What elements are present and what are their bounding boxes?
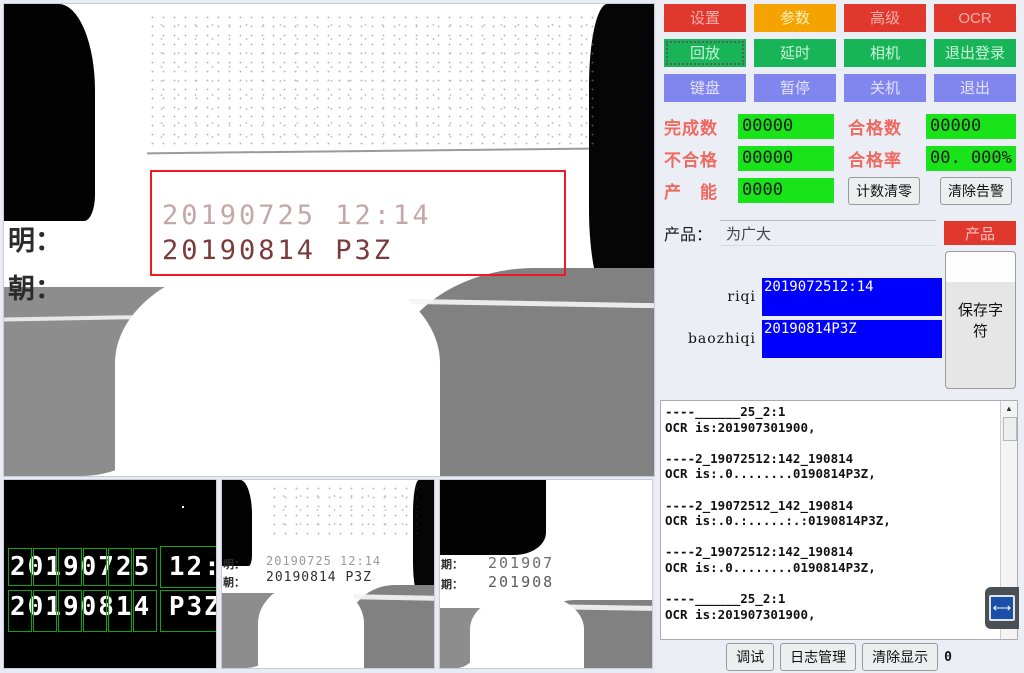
keyboard-button[interactable]: 键盘 (664, 74, 746, 102)
fail-label: 不合格 (664, 151, 718, 170)
delay-button[interactable]: 延时 (754, 39, 836, 67)
bottom-toolbar: 调试 日志管理 清除显示 0 (660, 643, 1018, 671)
char-group-box (160, 546, 216, 588)
rate-label: 合格率 (848, 151, 902, 170)
riqi-value[interactable]: 2019072512:14 (762, 278, 942, 316)
binarized-canvas: 20190725 12:14 20190814 P3Z (4, 480, 216, 668)
char-box (108, 590, 132, 632)
counter-row-fail: 不合格 00000 合格率 00. 000% (664, 144, 1016, 173)
camera-button[interactable]: 相机 (844, 39, 926, 67)
counter-row-capacity: 产 能 0000 计数清零 清除告警 (664, 176, 1016, 205)
image-side-label-1: 明： (8, 226, 62, 256)
playback-button[interactable]: 回放 (664, 39, 746, 67)
baozhiqi-label: baozhiqi (687, 331, 756, 347)
thumb-printed-line-2: 20190814 P3Z (266, 570, 372, 585)
scene-neckline (147, 147, 589, 155)
reset-count-button[interactable]: 计数清零 (848, 176, 920, 205)
action-button-grid: 设置 参数 高级 OCR 回放 延时 相机 退出登录 键盘 暂停 关机 退出 (664, 4, 1016, 102)
product-row: 产品： 产品 (664, 220, 1016, 246)
thumb-side-label-2: 期： (441, 579, 463, 591)
advanced-button[interactable]: 高级 (844, 4, 926, 32)
scene-dark-left (440, 480, 546, 556)
thumb-side-label-1: 期： (441, 559, 463, 571)
baozhiqi-field-row: baozhiqi 20190814P3Z (664, 320, 942, 358)
settings-button[interactable]: 设置 (664, 4, 746, 32)
char-box (33, 548, 57, 586)
thumbnail-binarized[interactable]: 20190725 12:14 20190814 P3Z (3, 479, 217, 669)
roi-rectangle[interactable] (150, 170, 566, 276)
scene-speckle-texture (147, 13, 602, 146)
product-button[interactable]: 产品 (944, 221, 1016, 245)
rate-value: 00. 000% (926, 146, 1016, 171)
scene-dark-left (222, 480, 252, 567)
char-box (133, 548, 157, 586)
product-label: 产品： (664, 227, 713, 244)
product-input[interactable] (720, 220, 936, 246)
char-box (8, 548, 32, 586)
application-window: 明： 朝： 20190725 12:14 20190814 P3Z 201907… (0, 0, 1024, 673)
save-characters-button[interactable]: 保存字符 (945, 251, 1016, 389)
finished-label: 完成数 (664, 119, 718, 138)
logout-button[interactable]: 退出登录 (934, 39, 1016, 67)
debug-button[interactable]: 调试 (726, 643, 775, 671)
main-image-view[interactable]: 明： 朝： 20190725 12:14 20190814 P3Z (3, 3, 655, 477)
floating-toggle-widget[interactable]: ⟷ (985, 587, 1019, 629)
thumb-side-label-2: 朝： (223, 577, 245, 589)
char-box (83, 590, 107, 632)
image-side-label-2: 朝： (8, 274, 62, 304)
char-box (83, 548, 107, 586)
thumbnail-zoom-crop[interactable]: 期： 期： 201907 201908 (439, 479, 653, 669)
char-box (133, 590, 157, 632)
riqi-field-row: riqi 2019072512:14 (664, 278, 942, 316)
capacity-label: 产 能 (664, 183, 718, 202)
char-box (58, 548, 82, 586)
capacity-value: 0000 (738, 178, 834, 203)
scroll-up-icon[interactable]: ▲ (1001, 401, 1017, 415)
thumbnail-strip: 20190725 12:14 20190814 P3Z (3, 479, 653, 669)
thumb-printed-line-1: 20190725 12:14 (266, 554, 382, 568)
zoom-printed-line-2: 201908 (488, 573, 555, 591)
ocr-button[interactable]: OCR (934, 4, 1016, 32)
char-box (108, 548, 132, 586)
zoom-printed-line-1: 201907 (488, 554, 555, 572)
scene-speckle-texture (268, 483, 418, 537)
scene-bottle-body (114, 258, 440, 476)
finished-value: 00000 (738, 114, 834, 139)
baozhiqi-value[interactable]: 20190814P3Z (762, 320, 942, 358)
pass-value: 00000 (926, 114, 1016, 139)
counter-section: 完成数 00000 合格数 00000 不合格 00000 合格率 00. 00… (664, 112, 1016, 208)
log-console[interactable]: ----______25_2:1 OCR is:201907301900, --… (660, 400, 1019, 640)
log-text: ----______25_2:1 OCR is:201907301900, --… (665, 404, 891, 622)
char-box (58, 590, 82, 632)
scrollbar-thumb[interactable] (1003, 417, 1017, 441)
char-box (33, 590, 57, 632)
thumbnail-source-frame[interactable]: 明： 朝： 20190725 12:14 20190814 P3Z (221, 479, 435, 669)
control-panel: 设置 参数 高级 OCR 回放 延时 相机 退出登录 键盘 暂停 关机 退出 完… (656, 0, 1024, 673)
char-box (8, 590, 32, 632)
pause-button[interactable]: 暂停 (754, 74, 836, 102)
scene-bottle-body (258, 581, 365, 668)
fail-value: 00000 (738, 146, 834, 171)
thumb-side-label-1: 明： (223, 559, 245, 571)
scene-bottle-body (469, 592, 585, 668)
clear-alarm-button[interactable]: 清除告警 (940, 176, 1012, 205)
counter-row-finished: 完成数 00000 合格数 00000 (664, 112, 1016, 141)
display-count: 0 (944, 649, 952, 665)
pass-label: 合格数 (848, 119, 902, 138)
shutdown-button[interactable]: 关机 (844, 74, 926, 102)
scene-dark-left (4, 4, 95, 222)
char-group-box (160, 590, 216, 632)
noise-speck (182, 506, 184, 508)
log-manage-button[interactable]: 日志管理 (780, 643, 857, 671)
clear-display-button[interactable]: 清除显示 (862, 643, 939, 671)
exit-button[interactable]: 退出 (934, 74, 1016, 102)
parameters-button[interactable]: 参数 (754, 4, 836, 32)
riqi-label: riqi (727, 289, 756, 305)
image-column: 明： 朝： 20190725 12:14 20190814 P3Z 201907… (0, 0, 656, 673)
left-right-arrow-icon[interactable]: ⟷ (989, 595, 1015, 621)
